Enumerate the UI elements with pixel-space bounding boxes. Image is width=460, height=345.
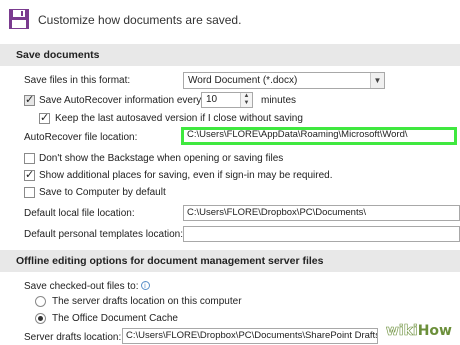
default-templates-label: Default personal templates location: <box>24 229 183 240</box>
server-drafts-radio[interactable] <box>35 296 46 307</box>
autorecover-location-field[interactable]: C:\Users\FLORE\AppData\Roaming\Microsoft… <box>181 127 457 145</box>
wikihow-watermark: wikiHow <box>385 323 452 340</box>
save-to-computer-checkbox[interactable] <box>24 187 35 198</box>
autorecover-minutes-value: 10 <box>206 94 218 105</box>
save-checked-out-text: Save checked-out files to: <box>24 281 139 292</box>
spinner-arrows-icon[interactable]: ▲ ▼ <box>240 93 252 107</box>
save-disk-icon <box>9 9 29 29</box>
section-offline-editing: Offline editing options for document man… <box>0 250 460 272</box>
server-drafts-option-label: The server drafts location on this compu… <box>52 296 242 307</box>
watermark-how: How <box>417 323 452 339</box>
keep-last-checkbox[interactable] <box>39 111 50 124</box>
info-icon[interactable]: i <box>140 281 150 290</box>
server-drafts-location-label: Server drafts location: <box>24 332 122 343</box>
autorecover-checkbox[interactable] <box>24 93 35 106</box>
dont-show-backstage-label: Don't show the Backstage when opening or… <box>39 153 284 164</box>
watermark-wiki: wiki <box>385 323 418 340</box>
autorecover-location-label: AutoRecover file location: <box>24 132 138 143</box>
chevron-down-icon[interactable]: ▼ <box>370 73 384 88</box>
header-text: Customize how documents are saved. <box>38 13 242 27</box>
header: Customize how documents are saved. <box>0 0 460 40</box>
server-drafts-location-field[interactable]: C:\Users\FLORE\Dropbox\PC\Documents\Shar… <box>122 328 378 344</box>
keep-last-label: Keep the last autosaved version if I clo… <box>55 113 303 124</box>
save-format-dropdown[interactable]: Word Document (*.docx) ▼ <box>183 72 385 89</box>
section-save-documents: Save documents <box>0 44 460 66</box>
default-local-label: Default local file location: <box>24 208 135 219</box>
dont-show-backstage-checkbox[interactable] <box>24 153 35 164</box>
default-templates-field[interactable] <box>183 226 460 242</box>
autorecover-minutes-spinner[interactable]: 10 ▲ ▼ <box>201 92 253 108</box>
default-local-field[interactable]: C:\Users\FLORE\Dropbox\PC\Documents\ <box>183 205 460 221</box>
office-cache-option-label: The Office Document Cache <box>52 313 178 324</box>
save-format-label: Save files in this format: <box>24 75 131 86</box>
autorecover-label: Save AutoRecover information every <box>39 95 202 106</box>
save-checked-out-label: Save checked-out files to: i <box>24 281 150 292</box>
save-format-value: Word Document (*.docx) <box>188 75 298 86</box>
office-cache-radio[interactable] <box>35 313 46 324</box>
save-to-computer-label: Save to Computer by default <box>39 187 166 198</box>
show-additional-label: Show additional places for saving, even … <box>39 170 333 181</box>
minutes-label: minutes <box>261 95 297 106</box>
show-additional-checkbox[interactable] <box>24 168 35 181</box>
